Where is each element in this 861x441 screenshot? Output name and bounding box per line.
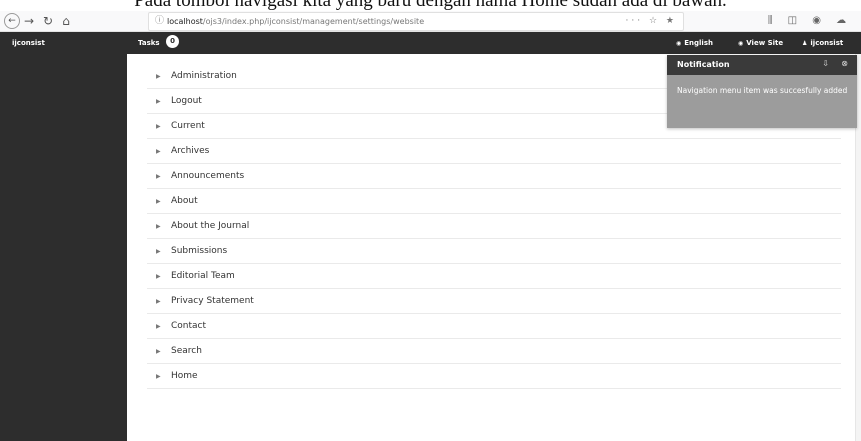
page-caption: Pada tombol navigasi kita yang baru deng… [134, 0, 727, 11]
menu-item[interactable]: ▶ About [147, 189, 841, 214]
expand-arrow-icon[interactable]: ▶ [156, 298, 161, 305]
url-path: /ojs3/index.php/ijconsist/management/set… [202, 17, 425, 26]
expand-arrow-icon[interactable]: ▶ [156, 373, 161, 380]
tasks-link[interactable]: Tasks [138, 39, 160, 47]
reload-icon[interactable]: ↻ [42, 13, 54, 29]
notification-header: Notification ⇩ ⊗ [667, 55, 857, 75]
menu-item-label: Editorial Team [171, 271, 235, 281]
notification-title: Notification [677, 60, 730, 69]
expand-arrow-icon[interactable]: ▶ [156, 348, 161, 355]
expand-arrow-icon[interactable]: ▶ [156, 273, 161, 280]
expand-arrow-icon[interactable]: ▶ [156, 323, 161, 330]
forward-arrow-icon[interactable]: → [24, 13, 34, 29]
tasks-count-badge[interactable]: 0 [166, 35, 179, 48]
menu-item[interactable]: ▶ Submissions [147, 239, 841, 264]
language-link[interactable]: ◉ English [676, 39, 713, 47]
expand-arrow-icon[interactable]: ▶ [156, 223, 161, 230]
menu-item-label: Administration [171, 71, 237, 81]
user-icon: ♟ [802, 40, 808, 47]
menu-item[interactable]: ▶ About the Journal [147, 214, 841, 239]
menu-item[interactable]: ▶ Archives [147, 139, 841, 164]
pin-icon[interactable]: ⇩ [822, 59, 829, 68]
menu-item-label: Privacy Statement [171, 296, 254, 306]
expand-arrow-icon[interactable]: ▶ [156, 98, 161, 105]
expand-arrow-icon[interactable]: ▶ [156, 123, 161, 130]
expand-arrow-icon[interactable]: ▶ [156, 248, 161, 255]
menu-item[interactable]: ▶ Privacy Statement [147, 289, 841, 314]
browser-toolbar-icons[interactable]: ⫼ ◫ ◉ ☁ ◍ ≡ [764, 13, 856, 42]
top-navbar: ijconsist Tasks 0 ◉ English ◉ View Site ♟ i… [0, 32, 861, 54]
view-site-label: View Site [746, 39, 784, 47]
menu-item[interactable]: ▶ Editorial Team [147, 264, 841, 289]
menu-item[interactable]: ▶ Home [147, 364, 841, 389]
menu-item-label: Current [171, 121, 205, 131]
expand-arrow-icon[interactable]: ▶ [156, 73, 161, 80]
sidebar [0, 54, 127, 441]
menu-item-label: About [171, 196, 198, 206]
back-arrow-icon[interactable]: ← [4, 13, 20, 29]
menu-item-label: Announcements [171, 171, 245, 181]
page-actions-icon[interactable]: ··· ☆ ★ [626, 13, 677, 30]
address-bar[interactable]: ⓘ localhost/ojs3/index.php/ijconsist/man… [148, 12, 684, 31]
menu-item-label: Submissions [171, 246, 228, 256]
expand-arrow-icon[interactable]: ▶ [156, 148, 161, 155]
menu-item-label: Home [171, 371, 198, 381]
globe-icon: ◉ [676, 40, 682, 47]
notification-panel: Notification ⇩ ⊗ Navigation menu item wa… [667, 55, 857, 128]
menu-item-label: Archives [171, 146, 210, 156]
menu-item-label: Logout [171, 96, 202, 106]
url-host: localhost [167, 17, 203, 26]
notification-message: Navigation menu item was succesfully add… [677, 86, 848, 95]
eye-icon: ◉ [738, 40, 744, 47]
menu-item[interactable]: ▶ Announcements [147, 164, 841, 189]
menu-item-label: Search [171, 346, 202, 356]
user-label: ijconsist [810, 39, 844, 47]
menu-item[interactable]: ▶ Contact [147, 314, 841, 339]
menu-item-label: Contact [171, 321, 207, 331]
close-icon[interactable]: ⊗ [841, 59, 848, 68]
expand-arrow-icon[interactable]: ▶ [156, 198, 161, 205]
language-label: English [684, 39, 713, 47]
menu-item-label: About the Journal [171, 221, 250, 231]
page-info-icon[interactable]: ⓘ [155, 13, 164, 30]
menu-item[interactable]: ▶ Search [147, 339, 841, 364]
browser-toolbar: ← → ↻ ⌂ ⓘ localhost/ojs3/index.php/ijcon… [0, 11, 861, 42]
user-menu-link[interactable]: ♟ ijconsist [802, 39, 843, 47]
view-site-link[interactable]: ◉ View Site [738, 39, 783, 47]
home-icon[interactable]: ⌂ [60, 13, 72, 29]
expand-arrow-icon[interactable]: ▶ [156, 173, 161, 180]
url-text: localhost/ojs3/index.php/ijconsist/manag… [167, 13, 424, 30]
site-brand-link[interactable]: ijconsist [12, 39, 45, 47]
